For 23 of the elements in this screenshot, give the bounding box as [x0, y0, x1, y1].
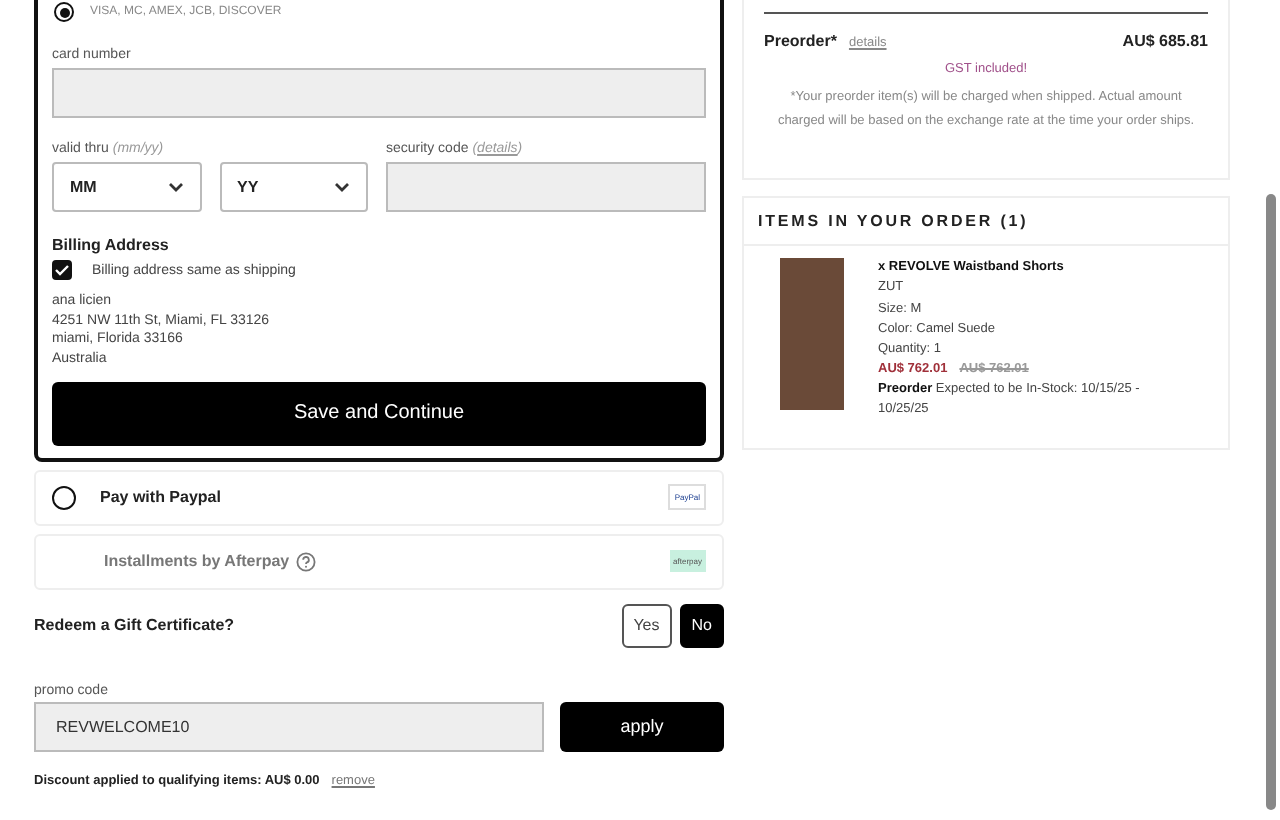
security-code-field[interactable]	[386, 162, 706, 212]
option-label: Installments by Afterpay	[104, 552, 290, 571]
gift-question: Redeem a Gift Certificate?	[34, 616, 235, 635]
scrollbar[interactable]	[1266, 194, 1276, 810]
chevron-down-icon	[167, 181, 183, 193]
promo-code-field[interactable]: REVWELCOME10	[34, 701, 544, 752]
gift-option-button[interactable]: No	[679, 603, 724, 648]
preorder-label: Preorder*	[764, 32, 837, 50]
section-title: Billing Address	[52, 236, 171, 254]
chevron-down-icon	[334, 181, 350, 193]
gift-option-button[interactable]: Yes	[621, 603, 672, 648]
radio-button[interactable]	[52, 485, 76, 510]
order-title: ITEMS IN YOUR ORDER (1)	[744, 198, 1228, 246]
radio-button[interactable]	[54, 2, 74, 22]
checkbox[interactable]	[52, 260, 72, 280]
save-and-continue-button[interactable]: Save and Continue	[52, 381, 706, 446]
help-icon[interactable]	[295, 551, 316, 572]
apply-button[interactable]: apply	[560, 701, 724, 752]
preorder-amount: AU$ 685.81	[1122, 32, 1208, 50]
option-label: Pay with Paypal	[100, 488, 221, 507]
card-number-field[interactable]	[52, 68, 706, 118]
year-select[interactable]: YY	[219, 162, 368, 212]
month-select[interactable]: MM	[52, 162, 201, 212]
